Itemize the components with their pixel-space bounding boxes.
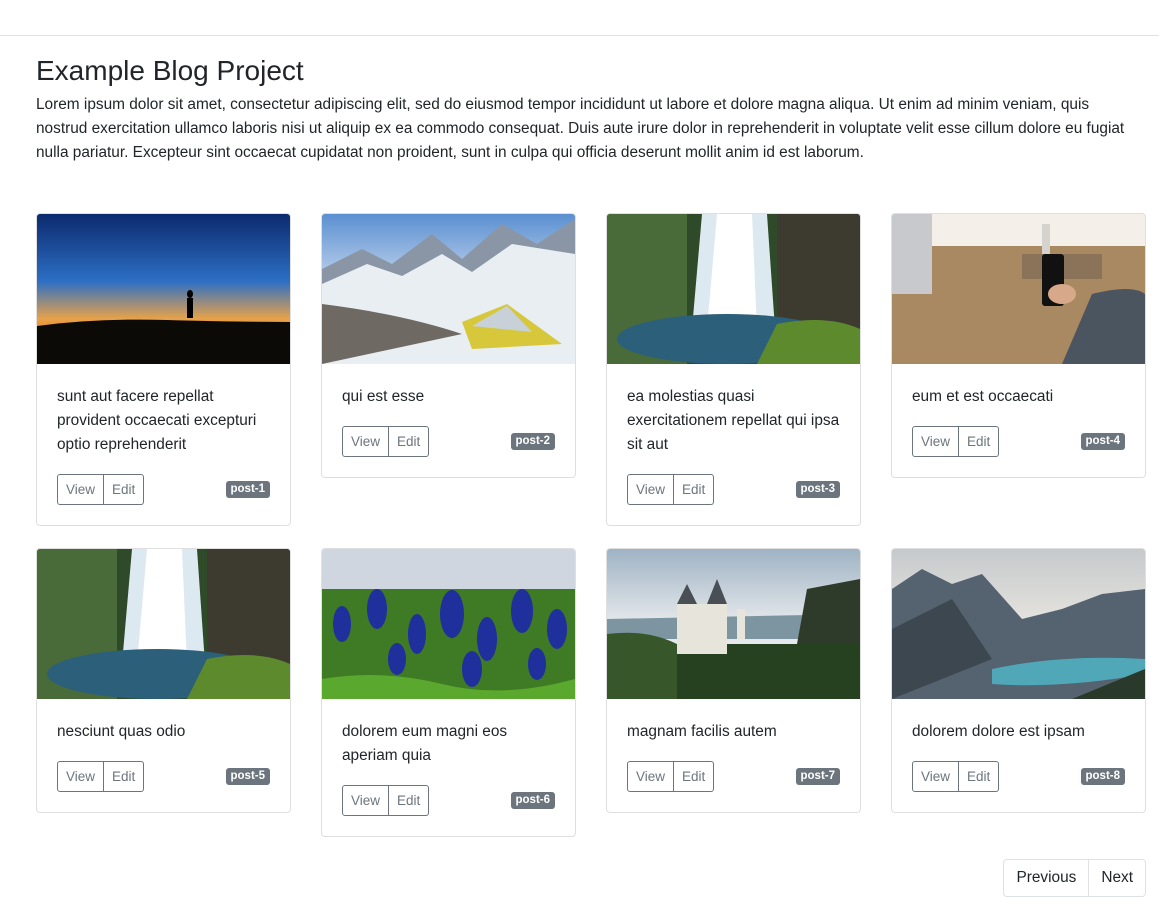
waterfall-image [607, 214, 860, 364]
view-button[interactable]: View [57, 474, 105, 505]
post-card: eum et est occaecati View Edit post-4 [891, 213, 1146, 478]
castle-forest-image [607, 549, 860, 699]
edit-button[interactable]: Edit [104, 761, 145, 792]
post-title: nesciunt quas odio [57, 723, 186, 740]
post-actions: View Edit [627, 761, 715, 792]
snowy-mountain-camp-image [322, 214, 575, 364]
edit-button[interactable]: Edit [959, 761, 1000, 792]
post-actions: View Edit [342, 426, 430, 457]
edit-button[interactable]: Edit [104, 474, 145, 505]
view-button[interactable]: View [912, 426, 960, 457]
mountain-lake-image [892, 549, 1145, 699]
post-badge: post-6 [510, 792, 555, 809]
post-actions: View Edit [912, 761, 1000, 792]
edit-button[interactable]: Edit [674, 761, 715, 792]
post-badge: post-1 [225, 481, 270, 498]
edit-button[interactable]: Edit [389, 426, 430, 457]
post-actions: View Edit [342, 785, 430, 816]
post-card: dolorem eum magni eos aperiam quia View … [321, 548, 576, 837]
post-title: sunt aut facere repellat provident occae… [57, 388, 257, 453]
page-title: Example Blog Project [36, 55, 304, 86]
post-card: magnam facilis autem View Edit post-7 [606, 548, 861, 813]
view-button[interactable]: View [627, 474, 675, 505]
post-title: qui est esse [342, 388, 425, 405]
view-button[interactable]: View [342, 426, 390, 457]
next-page-link[interactable]: Next [1089, 859, 1146, 897]
post-card: ea molestias quasi exercitationem repell… [606, 213, 861, 526]
edit-button[interactable]: Edit [674, 474, 715, 505]
post-actions: View Edit [57, 474, 145, 505]
post-badge: post-3 [795, 481, 840, 498]
post-title: dolorem dolore est ipsam [912, 723, 1085, 740]
edit-button[interactable]: Edit [959, 426, 1000, 457]
post-actions: View Edit [57, 761, 145, 792]
post-badge: post-4 [1080, 433, 1125, 450]
post-badge: post-7 [795, 768, 840, 785]
post-badge: post-8 [1080, 768, 1125, 785]
view-button[interactable]: View [57, 761, 105, 792]
top-navbar [0, 0, 1159, 36]
previous-page-link[interactable]: Previous [1003, 859, 1090, 897]
view-button[interactable]: View [912, 761, 960, 792]
page-description: Lorem ipsum dolor sit amet, consectetur … [36, 96, 1125, 161]
post-title: ea molestias quasi exercitationem repell… [627, 388, 840, 453]
post-title: eum et est occaecati [912, 388, 1054, 405]
view-button[interactable]: View [627, 761, 675, 792]
post-card: sunt aut facere repellat provident occae… [36, 213, 291, 526]
post-title: magnam facilis autem [627, 723, 777, 740]
desk-phone-image [892, 214, 1145, 364]
post-card: qui est esse View Edit post-2 [321, 213, 576, 478]
pagination: Previous Next [1003, 859, 1146, 897]
bluebonnets-image [322, 549, 575, 699]
post-actions: View Edit [912, 426, 1000, 457]
post-badge: post-5 [225, 768, 270, 785]
post-title: dolorem eum magni eos aperiam quia [342, 723, 508, 764]
post-actions: View Edit [627, 474, 715, 505]
post-badge: post-2 [510, 433, 555, 450]
edit-button[interactable]: Edit [389, 785, 430, 816]
view-button[interactable]: View [342, 785, 390, 816]
post-card: dolorem dolore est ipsam View Edit post-… [891, 548, 1146, 813]
waterfall-image [37, 549, 290, 699]
post-card: nesciunt quas odio View Edit post-5 [36, 548, 291, 813]
sunset-silhouette-image [37, 214, 290, 364]
